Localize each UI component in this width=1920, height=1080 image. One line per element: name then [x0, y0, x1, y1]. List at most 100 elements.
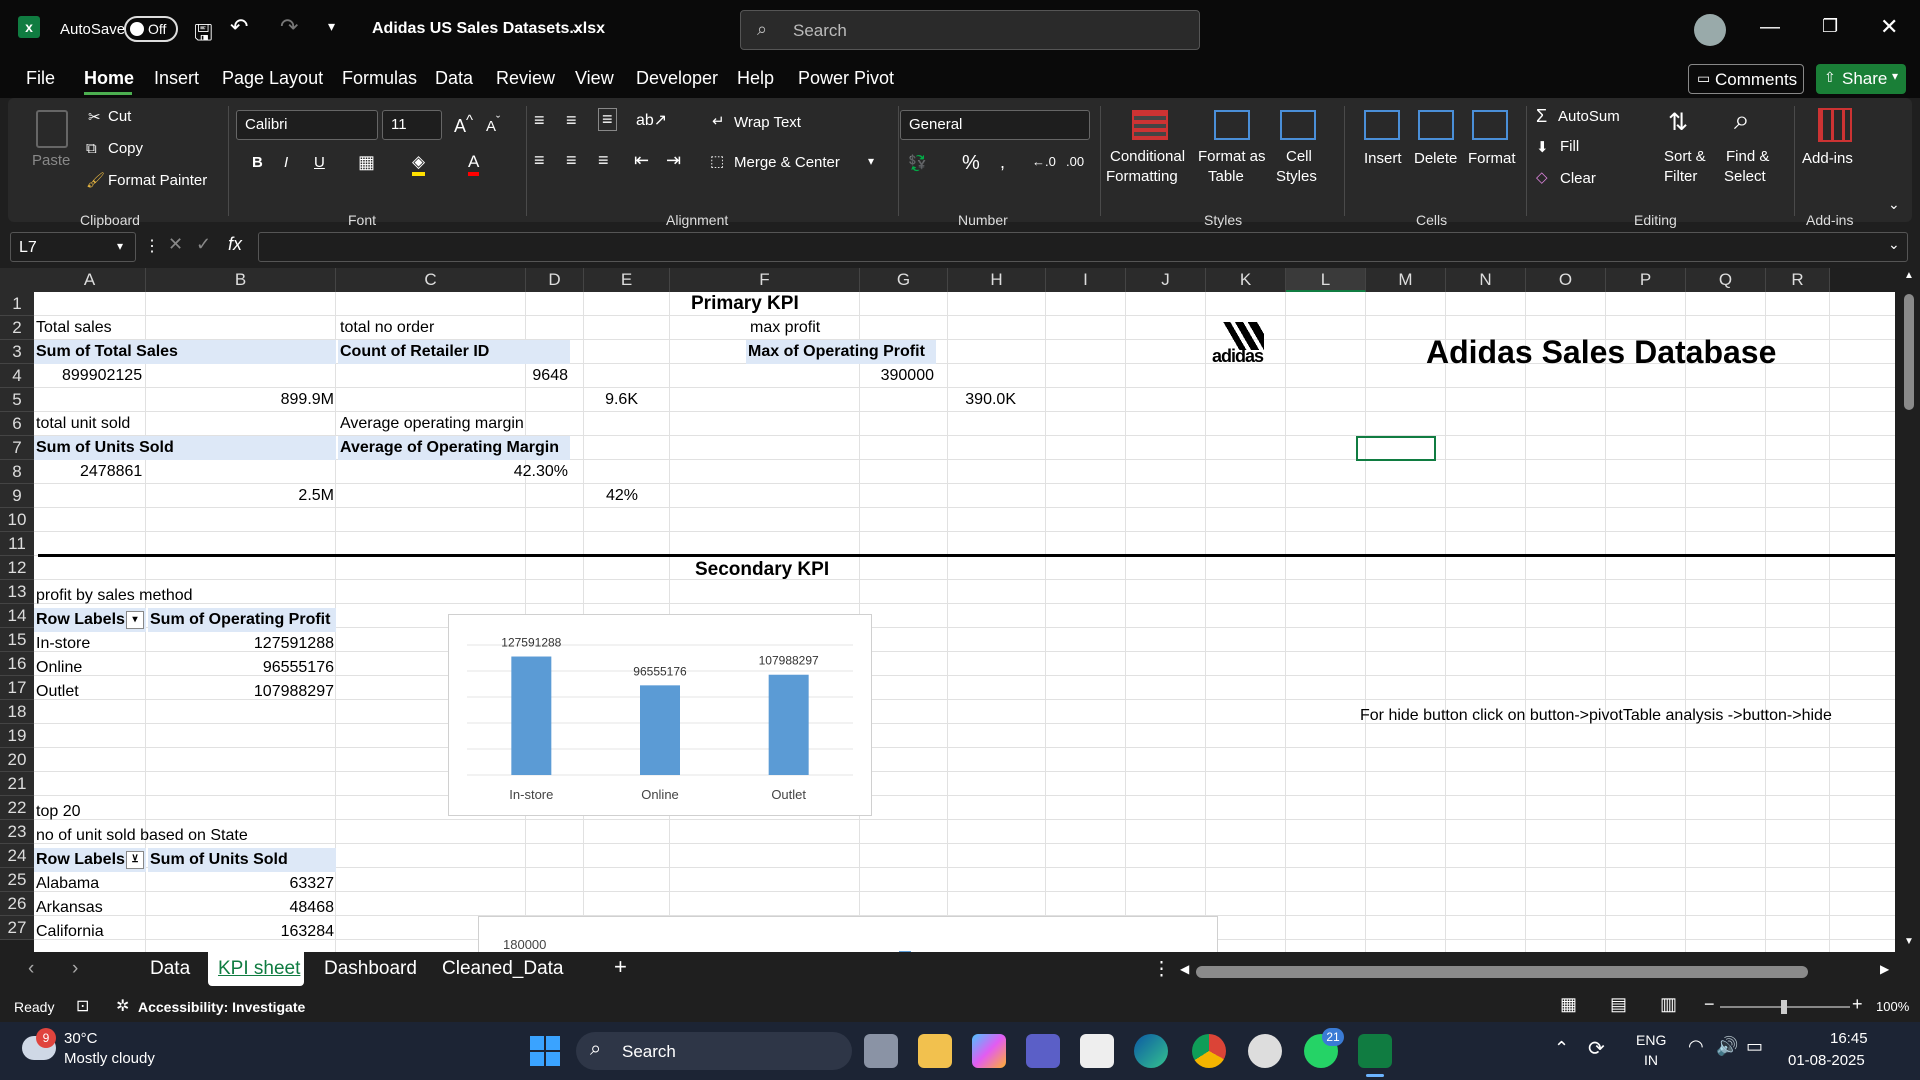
percent-button[interactable]: %	[962, 152, 980, 175]
paste-icon[interactable]	[36, 110, 68, 148]
hscroll-right-icon[interactable]: ▶	[1880, 962, 1889, 976]
store-icon[interactable]	[1080, 1034, 1114, 1068]
wrap-text-button[interactable]: Wrap Text	[734, 114, 801, 131]
column-header-n[interactable]: N	[1446, 268, 1526, 292]
menu-developer[interactable]: Developer	[636, 68, 718, 89]
scroll-up-icon[interactable]: ▲	[1904, 270, 1914, 281]
underline-button[interactable]: U	[314, 154, 325, 171]
edge-icon[interactable]	[1134, 1034, 1168, 1068]
sheet-canvas[interactable]: Primary KPI Total sales total no order m…	[34, 292, 1895, 952]
column-header-d[interactable]: D	[526, 268, 584, 292]
share-button[interactable]: ⇧ Share ▾	[1816, 64, 1906, 94]
menu-file[interactable]: File	[26, 68, 55, 89]
row-header-10[interactable]: 10	[0, 508, 34, 532]
lang-line2[interactable]: IN	[1644, 1052, 1658, 1068]
chatgpt-icon[interactable]	[1248, 1034, 1282, 1068]
column-header-r[interactable]: R	[1766, 268, 1830, 292]
row-header-17[interactable]: 17	[0, 676, 34, 700]
column-header-l[interactable]: L	[1286, 268, 1366, 292]
menu-insert[interactable]: Insert	[154, 68, 199, 89]
pivot2-filter-icon[interactable]: ⊻	[126, 851, 144, 869]
accessibility-status[interactable]: Accessibility: Investigate	[138, 999, 305, 1015]
cell-styles-button[interactable]: Cell	[1286, 148, 1312, 165]
decrease-decimal-icon[interactable]: .00	[1066, 154, 1084, 169]
lang-line1[interactable]: ENG	[1636, 1032, 1666, 1048]
volume-icon[interactable]: 🔊	[1716, 1036, 1738, 1057]
align-top-icon[interactable]: ≡	[534, 110, 545, 131]
zoom-slider[interactable]	[1720, 1000, 1850, 1014]
tabs-more-icon[interactable]: ⋮	[1152, 958, 1171, 981]
cut-button[interactable]: Cut	[108, 108, 131, 125]
menu-view[interactable]: View	[575, 68, 614, 89]
column-header-c[interactable]: C	[336, 268, 526, 292]
autosave-toggle[interactable]: Off	[124, 16, 178, 42]
row-header-15[interactable]: 15	[0, 628, 34, 652]
align-left-icon[interactable]: ≡	[534, 150, 545, 171]
fill-color-icon[interactable]: ◈	[412, 152, 426, 176]
scroll-down-icon[interactable]: ▼	[1904, 936, 1914, 947]
chart-bar-online[interactable]	[640, 685, 680, 775]
battery-icon[interactable]: ▭	[1746, 1036, 1763, 1057]
customize-qat-icon[interactable]: ▾	[328, 18, 335, 35]
copilot-icon[interactable]	[972, 1034, 1006, 1068]
collapse-ribbon-icon[interactable]: ⌄	[1888, 196, 1900, 213]
search-box[interactable]: ⌕ Search	[740, 10, 1200, 50]
row-header-8[interactable]: 8	[0, 460, 34, 484]
borders-icon[interactable]: ▦	[358, 152, 375, 173]
comments-button[interactable]: ▭ Comments	[1688, 64, 1804, 94]
fill-button[interactable]: Fill	[1560, 138, 1579, 155]
row-header-1[interactable]: 1	[0, 292, 34, 316]
insert-function-icon[interactable]: fx	[228, 234, 242, 255]
menu-help[interactable]: Help	[737, 68, 774, 89]
align-right-icon[interactable]: ≡	[598, 150, 609, 171]
redo-icon[interactable]: ↷	[280, 14, 298, 40]
conditional-formatting-button[interactable]: Conditional	[1110, 148, 1185, 165]
column-header-p[interactable]: P	[1606, 268, 1686, 292]
column-header-e[interactable]: E	[584, 268, 670, 292]
zoom-slider-thumb[interactable]	[1781, 1000, 1787, 1014]
column-header-q[interactable]: Q	[1686, 268, 1766, 292]
task-view-icon[interactable]	[864, 1034, 898, 1068]
units-by-state-chart[interactable]: 180000 160000	[478, 916, 1218, 952]
add-sheet-icon[interactable]: +	[614, 954, 627, 980]
clock-time[interactable]: 16:45	[1830, 1030, 1868, 1047]
tab-cleaned-data[interactable]: Cleaned_Data	[442, 958, 563, 980]
sort-filter-button[interactable]: Sort &	[1664, 148, 1706, 165]
find-select-button[interactable]: Find &	[1726, 148, 1769, 165]
row-header-9[interactable]: 9	[0, 484, 34, 508]
column-header-a[interactable]: A	[34, 268, 146, 292]
chart-bar-outlet[interactable]	[768, 674, 809, 775]
row-header-14[interactable]: 14	[0, 604, 34, 628]
column-header-m[interactable]: M	[1366, 268, 1446, 292]
row-header-22[interactable]: 22	[0, 796, 34, 820]
decrease-font-icon[interactable]: Aˇ	[486, 114, 500, 135]
merge-chevron-icon[interactable]: ▾	[868, 154, 874, 168]
profit-by-method-chart[interactable]: 127591288 In-store 96555176 Online 107988297…	[448, 614, 872, 816]
menu-data[interactable]: Data	[435, 68, 473, 89]
clear-button[interactable]: Clear	[1560, 170, 1596, 187]
teams-icon[interactable]	[1026, 1034, 1060, 1068]
row-header-5[interactable]: 5	[0, 388, 34, 412]
row-header-4[interactable]: 4	[0, 364, 34, 388]
copy-button[interactable]: Copy	[108, 140, 143, 157]
more-icon[interactable]: ⋮	[144, 236, 160, 256]
tab-dashboard[interactable]: Dashboard	[324, 958, 417, 980]
zoom-in-icon[interactable]: +	[1852, 994, 1863, 1015]
expand-formula-icon[interactable]: ⌄	[1888, 236, 1900, 253]
row-header-19[interactable]: 19	[0, 724, 34, 748]
align-middle-icon[interactable]: ≡	[566, 110, 577, 131]
row-header-12[interactable]: 12	[0, 556, 34, 580]
column-header-h[interactable]: H	[948, 268, 1046, 292]
row-header-20[interactable]: 20	[0, 748, 34, 772]
row-header-16[interactable]: 16	[0, 652, 34, 676]
hscroll-left-icon[interactable]: ◀	[1180, 962, 1189, 976]
clock-date[interactable]: 01-08-2025	[1788, 1052, 1865, 1069]
format-cells-button[interactable]: Format	[1468, 150, 1516, 167]
decrease-indent-icon[interactable]: ⇤	[634, 150, 649, 171]
page-break-view-icon[interactable]: ▥	[1660, 994, 1677, 1015]
enter-formula-icon[interactable]: ✓	[196, 234, 211, 255]
increase-decimal-icon[interactable]: ←.0	[1032, 154, 1056, 169]
row-header-13[interactable]: 13	[0, 580, 34, 604]
excel-taskbar-icon[interactable]	[1358, 1034, 1392, 1068]
comma-icon[interactable]: ,	[1000, 152, 1005, 173]
